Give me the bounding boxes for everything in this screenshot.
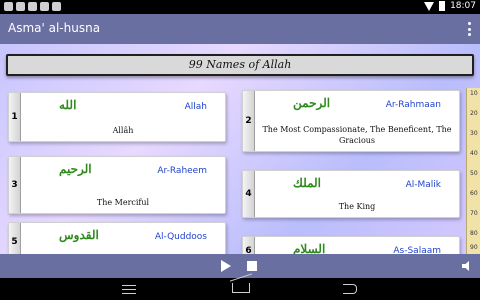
name-number: 6	[243, 237, 255, 254]
scale-tick: 30	[470, 130, 478, 137]
speaker-icon[interactable]	[462, 261, 469, 271]
name-card[interactable]: 5 القدوس Al-Quddoos	[8, 222, 226, 254]
transliteration: Ar-Rahmaan	[385, 100, 441, 110]
scale-tick: 60	[470, 190, 478, 197]
mail-icon	[16, 2, 25, 11]
transliteration: Al-Malik	[405, 180, 441, 190]
transliteration: Allah	[184, 102, 207, 112]
meaning: Allâh	[112, 126, 134, 135]
transliteration: Al-Quddoos	[154, 232, 207, 242]
name-card[interactable]: 1 الله Allah Allâh	[8, 92, 226, 142]
action-bar: Asma' al-husna	[0, 14, 480, 44]
play-icon[interactable]	[221, 260, 231, 272]
arabic-name: القدوس	[59, 228, 99, 242]
status-bar: 18:07	[0, 0, 480, 14]
meaning: The Most Compassionate, The Beneficent, …	[262, 125, 452, 145]
app-title: Asma' al-husna	[8, 21, 101, 35]
notification-icon	[28, 2, 37, 11]
transliteration: Ar-Raheem	[157, 166, 207, 176]
android-icon	[52, 2, 61, 11]
list-header: 99 Names of Allah	[6, 54, 474, 76]
name-number: 2	[243, 91, 255, 151]
name-card[interactable]: 4 الملك Al-Malik The King	[242, 170, 460, 218]
scale-tick: 20	[470, 110, 478, 117]
scale-tick: 80	[470, 230, 478, 237]
recent-apps-icon[interactable]	[122, 285, 136, 294]
arabic-name: الرحمن	[293, 96, 331, 110]
meaning: The Merciful	[96, 198, 150, 207]
name-card[interactable]: 2 الرحمن Ar-Rahmaan The Most Compassiona…	[242, 90, 460, 152]
home-icon[interactable]	[232, 283, 250, 293]
scale-tick: 90	[470, 244, 478, 251]
navigation-bar	[0, 278, 480, 300]
name-number: 5	[9, 223, 21, 254]
arabic-name: الرحيم	[59, 162, 92, 176]
names-list[interactable]: 99 Names of Allah 1 الله Allah Allâh 2 ا…	[0, 44, 480, 254]
scroll-scale[interactable]: 10 20 30 40 50 60 70 80 90	[466, 88, 480, 254]
scale-tick: 50	[470, 170, 478, 177]
playback-controls	[0, 254, 480, 278]
back-icon[interactable]	[343, 284, 357, 294]
scale-tick: 40	[470, 150, 478, 157]
name-card[interactable]: 3 الرحيم Ar-Raheem The Merciful	[8, 156, 226, 214]
name-number: 1	[9, 93, 21, 141]
chat-icon	[4, 2, 13, 11]
battery-icon	[439, 1, 446, 11]
scale-tick: 70	[470, 210, 478, 217]
name-number: 4	[243, 171, 255, 217]
scale-tick: 10	[470, 90, 478, 97]
security-icon	[40, 2, 49, 11]
wifi-icon	[424, 1, 435, 11]
arabic-name: الله	[59, 98, 77, 112]
name-number: 3	[9, 157, 21, 213]
stop-icon[interactable]	[247, 261, 257, 271]
transliteration: As-Salaam	[393, 246, 441, 254]
arabic-name: السلام	[293, 242, 326, 254]
overflow-menu-icon[interactable]	[468, 22, 472, 36]
name-card[interactable]: 6 السلام As-Salaam	[242, 236, 460, 254]
clock: 18:07	[450, 1, 476, 11]
arabic-name: الملك	[293, 176, 322, 190]
meaning: The King	[338, 202, 376, 211]
notification-icons	[4, 2, 61, 11]
